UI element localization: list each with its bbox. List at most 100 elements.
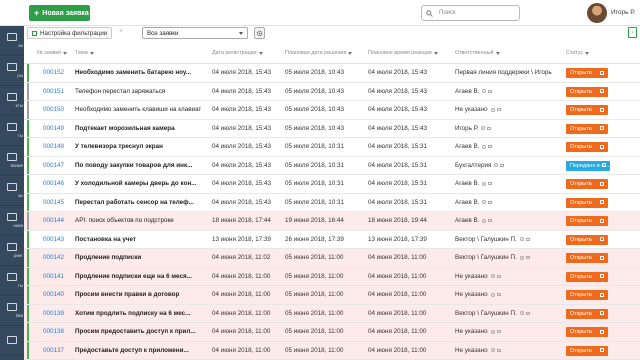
column-header-topic[interactable]: Тема — [75, 50, 94, 56]
edit-icon[interactable] — [496, 274, 501, 278]
filter-icon[interactable] — [62, 51, 67, 55]
avatar[interactable] — [587, 3, 607, 23]
edit-icon[interactable] — [487, 126, 492, 130]
column-header-status[interactable]: Статус — [566, 50, 590, 56]
ticket-number[interactable]: 000148 — [43, 143, 73, 150]
ticket-number[interactable]: 000137 — [43, 347, 73, 354]
hand-icon[interactable] — [490, 329, 495, 334]
ticket-topic[interactable]: Перестал работать сенсор на телеф... — [75, 199, 201, 206]
filter-settings-button[interactable]: Настройка фильтрации — [27, 27, 113, 39]
edit-icon[interactable] — [525, 311, 530, 315]
table-row[interactable]: 000141 Продление подписки еще на 6 меся..… — [24, 267, 640, 286]
ticket-topic[interactable]: Просим предоставить доступ к прил... — [75, 328, 201, 335]
status-badge[interactable]: Открыта — [566, 123, 608, 134]
ticket-number[interactable]: 000141 — [43, 273, 73, 280]
status-badge[interactable]: Открыта — [566, 234, 608, 245]
sidebar-item[interactable]: йки — [0, 296, 24, 326]
edit-status-icon[interactable] — [600, 89, 604, 93]
edit-icon[interactable] — [488, 182, 493, 185]
edit-status-icon[interactable] — [600, 274, 604, 278]
sidebar-item[interactable] — [0, 326, 24, 356]
hand-icon[interactable] — [482, 144, 487, 149]
status-badge[interactable]: Открыта — [566, 68, 608, 78]
edit-status-icon[interactable] — [600, 200, 604, 204]
view-settings-button[interactable] — [254, 27, 265, 39]
hand-icon[interactable] — [519, 311, 524, 315]
edit-status-icon[interactable] — [600, 181, 604, 186]
ticket-topic[interactable]: Необходимо заменить батарею ноу... — [75, 69, 201, 76]
status-badge[interactable]: Открыта — [566, 327, 608, 337]
edit-icon[interactable] — [500, 163, 505, 167]
ticket-topic[interactable]: Хотим продлить подписку на 6 мес... — [75, 310, 201, 317]
status-badge[interactable]: Открыта — [566, 253, 608, 263]
edit-status-icon[interactable] — [600, 218, 604, 223]
ticket-number[interactable]: 000140 — [43, 291, 73, 298]
hand-icon[interactable] — [490, 274, 495, 278]
table-row[interactable]: 000140 Просим внести правки в договор 04 и… — [24, 286, 640, 305]
status-badge[interactable]: Открыта — [566, 105, 608, 115]
column-header-responsible[interactable]: Ответственный — [455, 50, 500, 56]
clear-filter-icon[interactable]: × — [119, 28, 123, 35]
ticket-number[interactable]: 000142 — [43, 254, 73, 261]
ticket-topic[interactable]: Предоставьте доступ к приложени... — [75, 347, 201, 354]
ticket-number[interactable]: 000143 — [43, 236, 73, 243]
edit-status-icon[interactable] — [600, 144, 604, 149]
search-input[interactable]: Поиск — [421, 5, 520, 21]
table-row[interactable]: 000144 API: поиск объектов по подстроке 18… — [24, 212, 640, 231]
ticket-topic[interactable]: Подтекает морозильная камера — [75, 125, 201, 132]
table-row[interactable]: 000137 Предоставьте доступ к приложени...… — [24, 341, 640, 360]
user-name[interactable]: Игорь Р. — [611, 9, 635, 16]
edit-icon[interactable] — [525, 256, 530, 259]
ticket-topic[interactable]: По поводу закупки товаров для инк... — [75, 162, 201, 169]
table-row[interactable]: 000143 Постановка на учет 13 июня 2018, 17… — [24, 230, 640, 249]
column-header-registered[interactable]: Дата регистрации — [212, 50, 263, 56]
ticket-topic[interactable]: Просим внести правки в договор — [75, 291, 201, 298]
hand-icon[interactable] — [490, 107, 495, 112]
table-row[interactable]: 000139 Хотим продлить подписку на 6 мес..… — [24, 304, 640, 323]
column-header-num[interactable]: № заявки — [37, 50, 67, 56]
ticket-number[interactable]: 000144 — [43, 217, 73, 224]
ticket-number[interactable]: 000139 — [43, 310, 73, 317]
status-badge[interactable]: Открыта — [566, 179, 608, 189]
ticket-number[interactable]: 000145 — [43, 199, 73, 206]
hand-icon[interactable] — [490, 348, 495, 352]
table-row[interactable]: 000145 Перестал работать сенсор на телеф.… — [24, 193, 640, 212]
ticket-number[interactable]: 000152 — [43, 69, 73, 76]
edit-status-icon[interactable] — [600, 348, 604, 352]
status-badge[interactable]: Открыта — [566, 197, 608, 208]
filter-icon[interactable] — [585, 51, 590, 55]
edit-icon[interactable] — [488, 219, 493, 222]
edit-icon[interactable] — [488, 200, 493, 204]
sidebar-item[interactable]: вание — [0, 146, 24, 176]
status-badge[interactable]: Открыта — [566, 86, 608, 97]
table-row[interactable]: 000147 По поводу закупки товаров для инк.… — [24, 156, 640, 175]
filter-icon[interactable] — [495, 51, 500, 55]
sidebar-item[interactable]: зы — [0, 176, 24, 206]
status-badge[interactable]: Открыта — [566, 290, 608, 300]
filter-icon[interactable] — [89, 51, 94, 55]
table-row[interactable]: 000138 Просим предоставить доступ к прил.… — [24, 323, 640, 342]
hand-icon[interactable] — [482, 181, 487, 186]
filter-icon[interactable] — [258, 51, 263, 55]
ticket-topic[interactable]: Постановка на учет — [75, 236, 201, 243]
export-excel-icon[interactable]: ↓ — [628, 27, 637, 38]
ticket-topic[interactable]: У телевизора треснул экран — [75, 143, 201, 150]
table-row[interactable]: 000151 Телефон перестал заряжаться 04 июля… — [24, 82, 640, 101]
sidebar-item[interactable]: ринг — [0, 236, 24, 266]
sidebar-item[interactable]: ники — [0, 206, 24, 236]
new-ticket-button[interactable]: + Новая заявка — [29, 5, 90, 21]
edit-icon[interactable] — [496, 293, 501, 296]
status-badge[interactable]: Открыта — [566, 142, 608, 152]
ticket-topic[interactable]: Продление подписки еще на 6 меся... — [75, 273, 201, 280]
hand-icon[interactable] — [519, 237, 524, 241]
edit-icon[interactable] — [496, 348, 501, 352]
edit-status-icon[interactable] — [600, 292, 604, 297]
edit-status-icon[interactable] — [600, 70, 604, 75]
status-badge[interactable]: Открыта — [566, 216, 608, 226]
sidebar-item[interactable]: кты — [0, 86, 24, 116]
edit-status-icon[interactable] — [600, 329, 604, 334]
table-row[interactable]: 000149 Подтекает морозильная камера 04 июл… — [24, 119, 640, 138]
table-row[interactable]: 000146 У холодильной камеры дверь до кон.… — [24, 175, 640, 194]
filter-icon[interactable] — [433, 51, 438, 55]
column-header-planned-solution[interactable]: Плановая дата решения — [285, 50, 353, 56]
